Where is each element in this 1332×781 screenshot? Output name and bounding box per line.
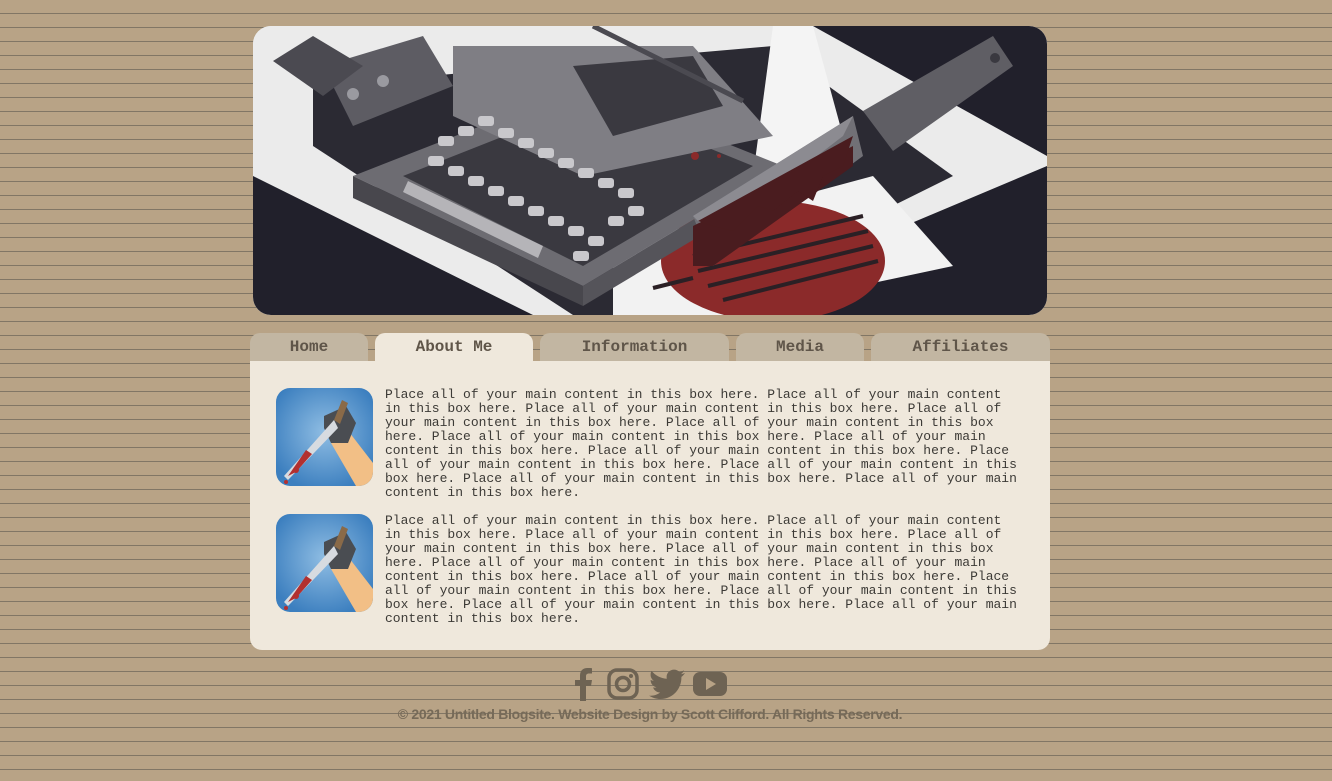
tab-home[interactable]: Home bbox=[250, 333, 368, 362]
youtube-icon[interactable] bbox=[692, 667, 728, 701]
post-body-text: Place all of your main content in this b… bbox=[385, 387, 1017, 500]
tab-information[interactable]: Information bbox=[540, 333, 729, 362]
post-body-text: Place all of your main content in this b… bbox=[385, 513, 1017, 626]
twitter-icon[interactable] bbox=[648, 667, 686, 701]
facebook-icon[interactable] bbox=[566, 667, 600, 701]
knife-hand-thumbnail bbox=[276, 388, 373, 486]
tab-affiliates[interactable]: Affiliates bbox=[871, 333, 1050, 362]
social-links bbox=[566, 667, 732, 701]
footer-copyright: © 2021 Untitled Blogsite. Website Design… bbox=[397, 706, 903, 722]
knife-hand-thumbnail bbox=[276, 514, 373, 612]
typewriter-knife-illustration bbox=[253, 26, 1047, 315]
main-content-box: Place all of your main content in this b… bbox=[250, 361, 1050, 650]
instagram-icon[interactable] bbox=[606, 667, 640, 701]
tab-media[interactable]: Media bbox=[736, 333, 864, 362]
main-nav: Home About Me Information Media Affiliat… bbox=[250, 333, 1050, 362]
header-banner bbox=[253, 26, 1047, 315]
tab-about-me[interactable]: About Me bbox=[375, 333, 533, 362]
